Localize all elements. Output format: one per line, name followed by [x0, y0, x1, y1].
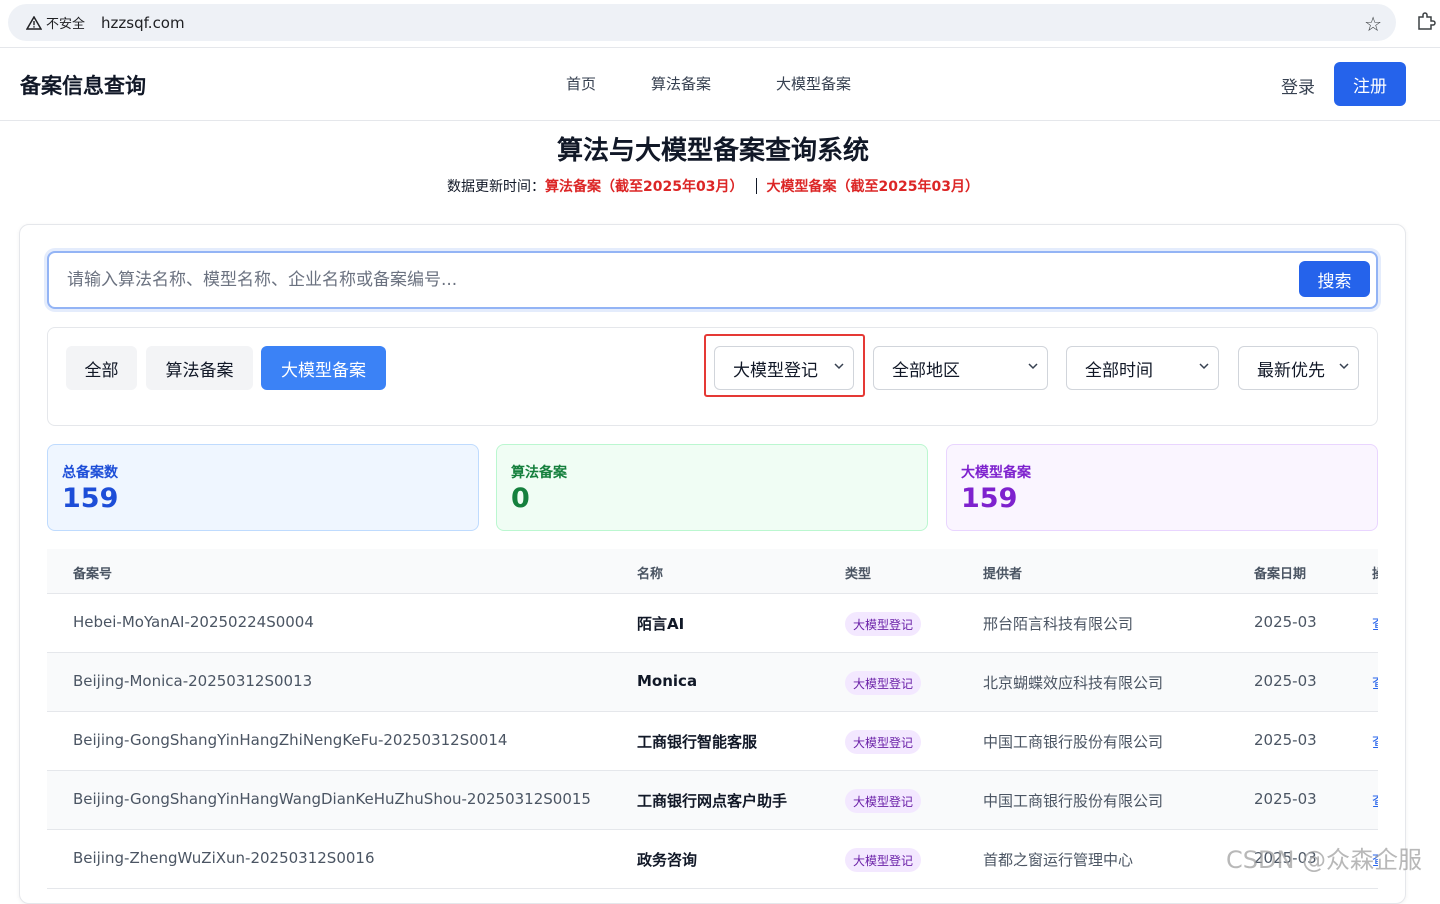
record-id: Beijing-GongShangYinHangZhiNengKeFu-2025… — [73, 731, 508, 749]
update-llm: 大模型备案（截至2025年03月） — [766, 179, 979, 195]
stat-total-label: 总备案数 — [62, 465, 118, 481]
stat-total: 总备案数 159 — [47, 444, 479, 531]
table-row[interactable]: Beijing-ZhengWuZiXun-20250312S0016 政务咨询 大模… — [47, 830, 1378, 889]
record-provider: 中国工商银行股份有限公司 — [983, 792, 1164, 810]
browser-toolbar: 不安全 hzzsqf.com ☆ — [0, 0, 1440, 48]
sort-select[interactable]: 最新优先 — [1238, 346, 1359, 390]
region-select-value: 全部地区 — [892, 360, 960, 381]
col-name[interactable]: 名称 — [637, 563, 663, 582]
warning-triangle-icon — [26, 15, 42, 30]
stat-algorithm-label: 算法备案 — [511, 465, 567, 481]
search-input[interactable] — [67, 267, 1267, 293]
record-name[interactable]: 工商银行智能客服 — [637, 731, 757, 752]
region-select[interactable]: 全部地区 — [873, 346, 1048, 390]
col-type[interactable]: 类型 — [845, 563, 871, 582]
chevron-down-icon — [1339, 363, 1349, 370]
page-title: 算法与大模型备案查询系统 — [556, 136, 869, 166]
chevron-down-icon — [1028, 363, 1038, 370]
main-nav: 首页 算法备案 大模型备案 — [0, 73, 1440, 97]
type-badge: 大模型登记 — [845, 612, 922, 636]
nav-home[interactable]: 首页 — [566, 73, 596, 94]
record-id: Hebei-MoYanAI-20250224S0004 — [73, 613, 314, 631]
col-date[interactable]: 备案日期 — [1254, 563, 1306, 582]
record-date: 2025-03 — [1254, 613, 1317, 631]
record-provider: 中国工商银行股份有限公司 — [983, 733, 1164, 751]
bookmark-star-icon[interactable]: ☆ — [1364, 12, 1382, 36]
stat-algorithm: 算法备案 0 — [496, 444, 928, 531]
col-action: 操 — [1372, 563, 1378, 582]
insecure-label: 不安全 — [46, 17, 86, 32]
type-badge: 大模型登记 — [845, 730, 922, 754]
stat-algorithm-value: 0 — [511, 483, 530, 514]
record-id: Beijing-GongShangYinHangWangDianKeHuZhuS… — [73, 790, 591, 808]
record-name[interactable]: 工商银行网点客户助手 — [637, 790, 787, 811]
stat-large-model-value: 159 — [961, 483, 1018, 514]
data-update-info: 数据更新时间：算法备案（截至2025年03月） 大模型备案（截至2025年03月） — [0, 176, 1426, 196]
time-select-value: 全部时间 — [1085, 360, 1153, 381]
record-date: 2025-03 — [1254, 731, 1317, 749]
stat-large-model: 大模型备案 159 — [946, 444, 1378, 531]
annotation-highlight-box — [704, 334, 865, 397]
record-provider: 首都之窗运行管理中心 — [983, 851, 1134, 869]
register-button[interactable]: 注册 — [1334, 62, 1406, 106]
nav-algorithm[interactable]: 算法备案 — [651, 73, 711, 94]
update-algo: 算法备案（截至2025年03月） — [545, 179, 744, 195]
type-badge: 大模型登记 — [845, 671, 922, 695]
stat-large-model-label: 大模型备案 — [961, 465, 1031, 481]
separator — [755, 178, 757, 194]
view-link[interactable]: 查 — [1372, 790, 1378, 811]
extension-puzzle-icon[interactable] — [1416, 11, 1436, 31]
site-security-chip[interactable]: 不安全 — [18, 9, 93, 36]
stat-total-value: 159 — [62, 483, 119, 514]
view-link[interactable]: 查 — [1372, 731, 1378, 752]
table-row[interactable]: Beijing-GongShangYinHangZhiNengKeFu-2025… — [47, 712, 1378, 771]
record-date: 2025-03 — [1254, 790, 1317, 808]
update-prefix: 数据更新时间： — [447, 179, 546, 195]
record-id: Beijing-ZhengWuZiXun-20250312S0016 — [73, 849, 375, 867]
table-row[interactable]: Beijing-GongShangYinHangWangDianKeHuZhuS… — [47, 771, 1378, 830]
table-header: 备案号 名称 类型 提供者 备案日期 操 — [47, 549, 1378, 594]
search-button[interactable]: 搜索 — [1299, 261, 1370, 297]
view-link[interactable]: 查 — [1372, 613, 1378, 634]
col-id[interactable]: 备案号 — [73, 563, 112, 582]
url-text[interactable]: hzzsqf.com — [101, 14, 185, 32]
search-box: 搜索 — [47, 251, 1378, 309]
sort-select-value: 最新优先 — [1257, 360, 1325, 381]
record-name[interactable]: 陌言AI — [637, 613, 684, 634]
tab-all[interactable]: 全部 — [66, 346, 137, 390]
login-link[interactable]: 登录 — [1281, 73, 1315, 98]
view-link[interactable]: 查 — [1372, 672, 1378, 693]
record-date: 2025-03 — [1254, 672, 1317, 690]
record-provider: 邢台陌言科技有限公司 — [983, 615, 1134, 633]
table-row[interactable]: Hebei-MoYanAI-20250224S0004 陌言AI 大模型登记 邢台陌言… — [47, 594, 1378, 653]
site-header: 备案信息查询 首页 算法备案 大模型备案 登录 注册 — [0, 49, 1440, 121]
record-provider: 北京蝴蝶效应科技有限公司 — [983, 674, 1164, 692]
records-table: 备案号 名称 类型 提供者 备案日期 操 Hebei-MoYanAI-20250… — [47, 549, 1378, 889]
record-name[interactable]: Monica — [637, 672, 697, 690]
time-select[interactable]: 全部时间 — [1066, 346, 1219, 390]
table-row[interactable]: Beijing-Monica-20250312S0013 Monica 大模型登记 北… — [47, 653, 1378, 712]
tab-algorithm[interactable]: 算法备案 — [146, 346, 253, 390]
col-provider[interactable]: 提供者 — [983, 563, 1022, 582]
record-id: Beijing-Monica-20250312S0013 — [73, 672, 313, 690]
type-badge: 大模型登记 — [845, 789, 922, 813]
watermark: CSDN @众森企服 — [1226, 846, 1423, 874]
tab-large-model[interactable]: 大模型备案 — [261, 346, 386, 390]
type-badge: 大模型登记 — [845, 848, 922, 872]
nav-large-model[interactable]: 大模型备案 — [776, 73, 851, 94]
address-bar[interactable]: 不安全 hzzsqf.com ☆ — [8, 4, 1396, 41]
chevron-down-icon — [1199, 363, 1209, 370]
record-name[interactable]: 政务咨询 — [637, 849, 697, 870]
